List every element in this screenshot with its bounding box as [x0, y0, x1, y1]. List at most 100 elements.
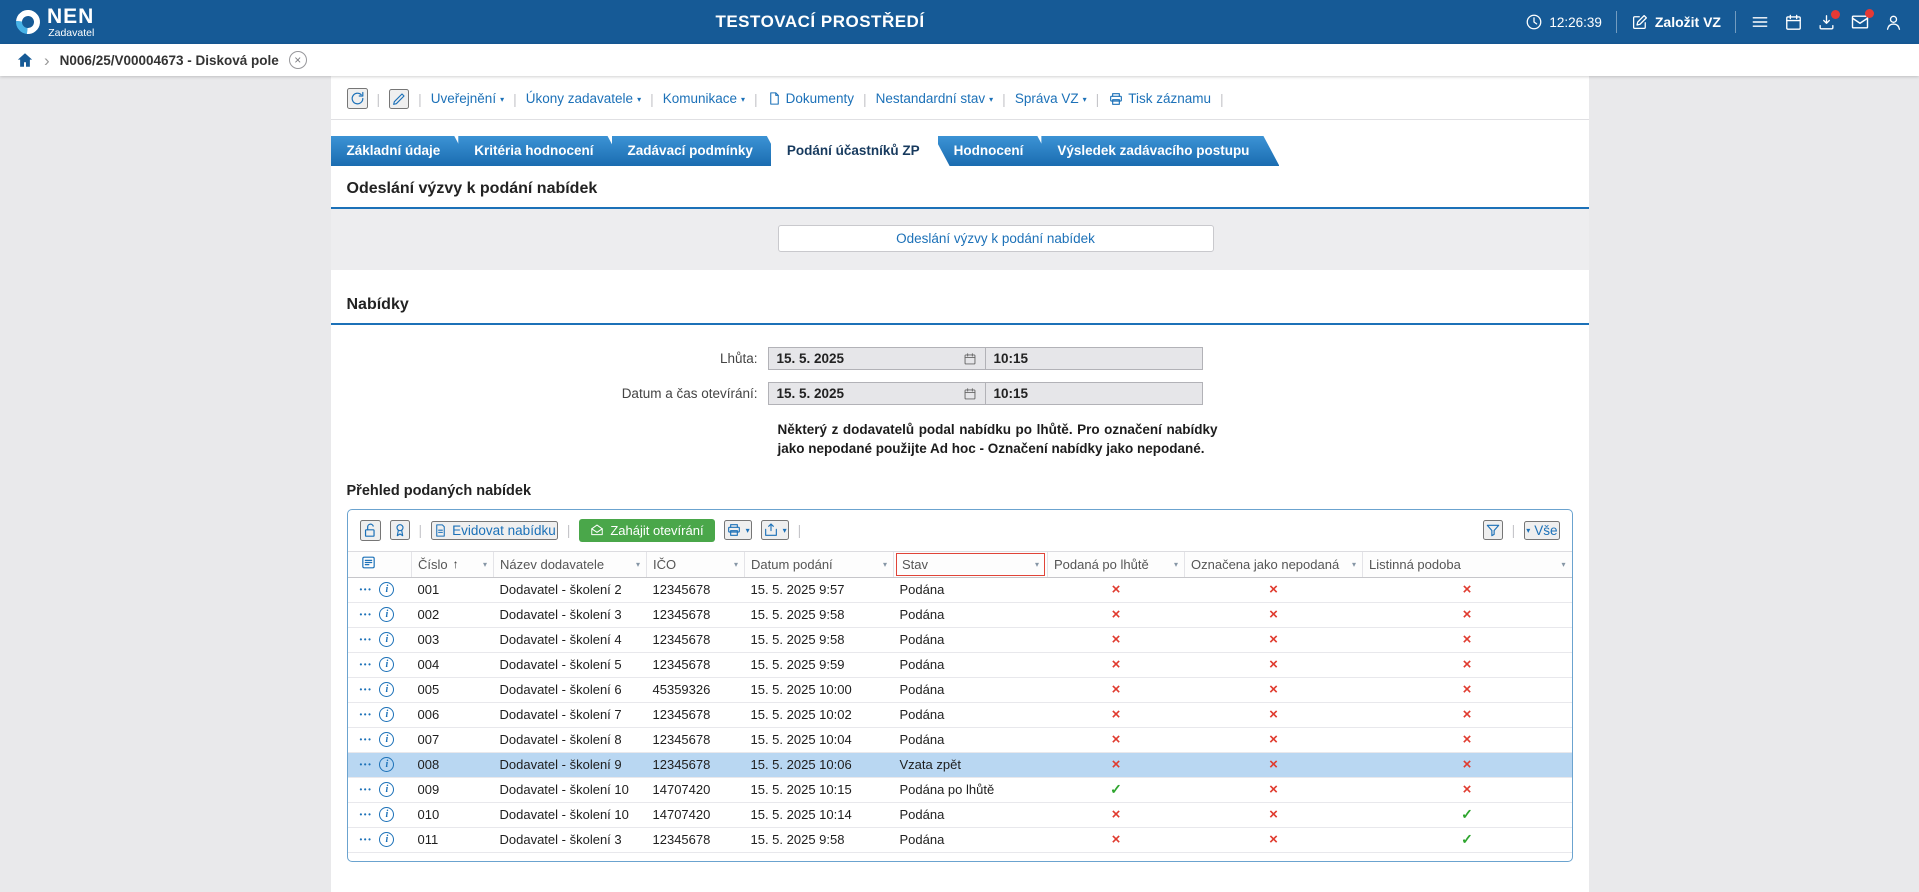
export-button[interactable]: ▾ [761, 520, 789, 540]
row-actions-icon[interactable]: ••• [360, 685, 373, 694]
deadline-time-input[interactable]: 10:15 [985, 347, 1203, 370]
table-row[interactable]: ••• i 002 Dodavatel - školení 3 12345678… [348, 602, 1572, 627]
row-info-icon[interactable]: i [379, 582, 394, 597]
menu-nestandardni-stav[interactable]: Nestandardní stav▾ [876, 91, 994, 106]
seal-button[interactable] [390, 520, 410, 540]
row-info-icon[interactable]: i [379, 657, 394, 672]
table-row[interactable]: ••• i 003 Dodavatel - školení 4 12345678… [348, 627, 1572, 652]
menu-button[interactable] [1750, 12, 1770, 32]
menu-sprava-vz[interactable]: Správa VZ▾ [1015, 91, 1087, 106]
tab-vysledek-zadavaciho-postupu[interactable]: Výsledek zadávacího postupu [1041, 136, 1279, 166]
row-info-icon[interactable]: i [379, 757, 394, 772]
row-info-icon[interactable]: i [379, 807, 394, 822]
menu-dokumenty[interactable]: Dokumenty [767, 91, 854, 106]
row-info-icon[interactable]: i [379, 682, 394, 697]
table-row[interactable]: ••• i 004 Dodavatel - školení 5 12345678… [348, 652, 1572, 677]
table-row[interactable]: ••• i 009 Dodavatel - školení 10 1470742… [348, 777, 1572, 802]
row-actions-icon[interactable]: ••• [360, 660, 373, 669]
col-header-stav[interactable]: Stav▾ [894, 551, 1048, 577]
deadline-date-input[interactable]: 15. 5. 2025 [768, 347, 986, 370]
breadcrumb-chevron: › [44, 52, 50, 69]
menu-ukony-zadavatele[interactable]: Úkony zadavatele▾ [526, 91, 641, 106]
row-actions-icon[interactable]: ••• [360, 810, 373, 819]
col-header-po-lhute[interactable]: Podaná po lhůtě▾ [1048, 551, 1185, 577]
col-header-cislo[interactable]: Číslo↑▾ [412, 551, 494, 577]
row-info-icon[interactable]: i [379, 632, 394, 647]
col-header-nazev[interactable]: Název dodavatele▾ [494, 551, 647, 577]
row-actions-icon[interactable]: ••• [360, 610, 373, 619]
calendar-button[interactable] [1784, 13, 1803, 32]
listinna-mark: × [1463, 631, 1472, 648]
row-actions-icon[interactable]: ••• [360, 635, 373, 644]
create-vz-button[interactable]: Založit VZ [1631, 13, 1721, 31]
register-offer-button[interactable]: Evidovat nabídku [431, 521, 558, 540]
print-record-button[interactable]: Tisk záznamu [1108, 91, 1211, 107]
filter-dropdown-icon[interactable]: ▾ [734, 560, 738, 569]
breadcrumb-record[interactable]: N006/25/V00004673 - Disková pole [60, 53, 279, 68]
tab-podani-ucastniku-zp[interactable]: Podání účastníků ZP [771, 136, 950, 166]
col-header-ico[interactable]: IČO▾ [647, 551, 745, 577]
sort-asc-icon[interactable]: ↑ [453, 557, 459, 571]
filter-dropdown-icon[interactable]: ▾ [1561, 560, 1565, 569]
col-header-datum[interactable]: Datum podání▾ [745, 551, 894, 577]
toolbar-separator: | [754, 91, 758, 107]
send-invite-button[interactable]: Odeslání výzvy k podání nabídek [778, 225, 1214, 252]
table-row[interactable]: ••• i 005 Dodavatel - školení 6 45359326… [348, 677, 1572, 702]
column-settings-header[interactable] [348, 551, 412, 577]
history-button[interactable] [347, 88, 368, 109]
toolbar-separator: | [418, 91, 422, 107]
row-info-icon[interactable]: i [379, 607, 394, 622]
row-info-icon[interactable]: i [379, 782, 394, 797]
col-header-nepodana[interactable]: Označena jako nepodaná▾ [1185, 551, 1363, 577]
opening-date-input[interactable]: 15. 5. 2025 [768, 382, 986, 405]
start-opening-button[interactable]: Zahájit otevírání [579, 519, 714, 542]
grid-settings-icon[interactable] [360, 554, 377, 571]
calendar-icon[interactable] [963, 387, 977, 401]
filter-dropdown-icon[interactable]: ▾ [1174, 560, 1178, 569]
filter-dropdown-icon[interactable]: ▾ [636, 560, 640, 569]
tab-kriteria-hodnoceni[interactable]: Kritéria hodnocení [458, 136, 623, 166]
calendar-icon[interactable] [963, 352, 977, 366]
home-button[interactable] [16, 51, 34, 69]
filter-button[interactable] [1483, 520, 1503, 540]
table-row[interactable]: ••• i 006 Dodavatel - školení 7 12345678… [348, 702, 1572, 727]
menu-uverejneni[interactable]: Uveřejnění▾ [431, 91, 504, 106]
profile-button[interactable] [1884, 13, 1903, 32]
table-row[interactable]: ••• i 010 Dodavatel - školení 10 1470742… [348, 802, 1572, 827]
row-info-icon[interactable]: i [379, 707, 394, 722]
row-info-icon[interactable]: i [379, 832, 394, 847]
nen-logo[interactable]: NEN Zadavatel [16, 6, 94, 39]
row-actions-icon[interactable]: ••• [360, 710, 373, 719]
filter-scope-dropdown[interactable]: ▾ Vše [1524, 521, 1559, 540]
filter-dropdown-icon[interactable]: ▾ [483, 560, 487, 569]
table-row[interactable]: ••• i 001 Dodavatel - školení 2 12345678… [348, 577, 1572, 602]
tab-zadavaci-podminky[interactable]: Zadávací podmínky [612, 136, 783, 166]
toolbar-separator: | [1096, 91, 1100, 107]
edit-record-button[interactable] [389, 89, 409, 109]
row-info-icon[interactable]: i [379, 732, 394, 747]
messages-button[interactable] [1850, 12, 1870, 32]
print-grid-button[interactable]: ▾ [724, 520, 752, 540]
row-actions-icon[interactable]: ••• [360, 760, 373, 769]
listinna-mark: ✓ [1461, 806, 1473, 822]
menu-komunikace[interactable]: Komunikace▾ [663, 91, 745, 106]
table-row[interactable]: ••• i 011 Dodavatel - školení 3 12345678… [348, 827, 1572, 852]
downloads-button[interactable] [1817, 13, 1836, 32]
row-actions-icon[interactable]: ••• [360, 785, 373, 794]
close-record-button[interactable]: × [289, 51, 307, 69]
row-actions-icon[interactable]: ••• [360, 835, 373, 844]
filter-dropdown-icon[interactable]: ▾ [1035, 560, 1039, 569]
tab-hodnoceni[interactable]: Hodnocení [938, 136, 1054, 166]
row-actions-icon[interactable]: ••• [360, 735, 373, 744]
col-header-listinna[interactable]: Listinná podoba ▾ [1363, 551, 1572, 577]
home-icon [16, 51, 34, 69]
filter-dropdown-icon[interactable]: ▾ [883, 560, 887, 569]
row-actions-icon[interactable]: ••• [360, 585, 373, 594]
table-row[interactable]: ••• i 008 Dodavatel - školení 9 12345678… [348, 752, 1572, 777]
opening-time-input[interactable]: 10:15 [985, 382, 1203, 405]
filter-dropdown-icon[interactable]: ▾ [1352, 560, 1356, 569]
tab-zakladni-udaje[interactable]: Základní údaje [331, 136, 471, 166]
encryption-lock-button[interactable] [360, 520, 381, 541]
table-row[interactable]: ••• i 007 Dodavatel - školení 8 12345678… [348, 727, 1572, 752]
col-label-listinna: Listinná podoba [1369, 557, 1461, 572]
